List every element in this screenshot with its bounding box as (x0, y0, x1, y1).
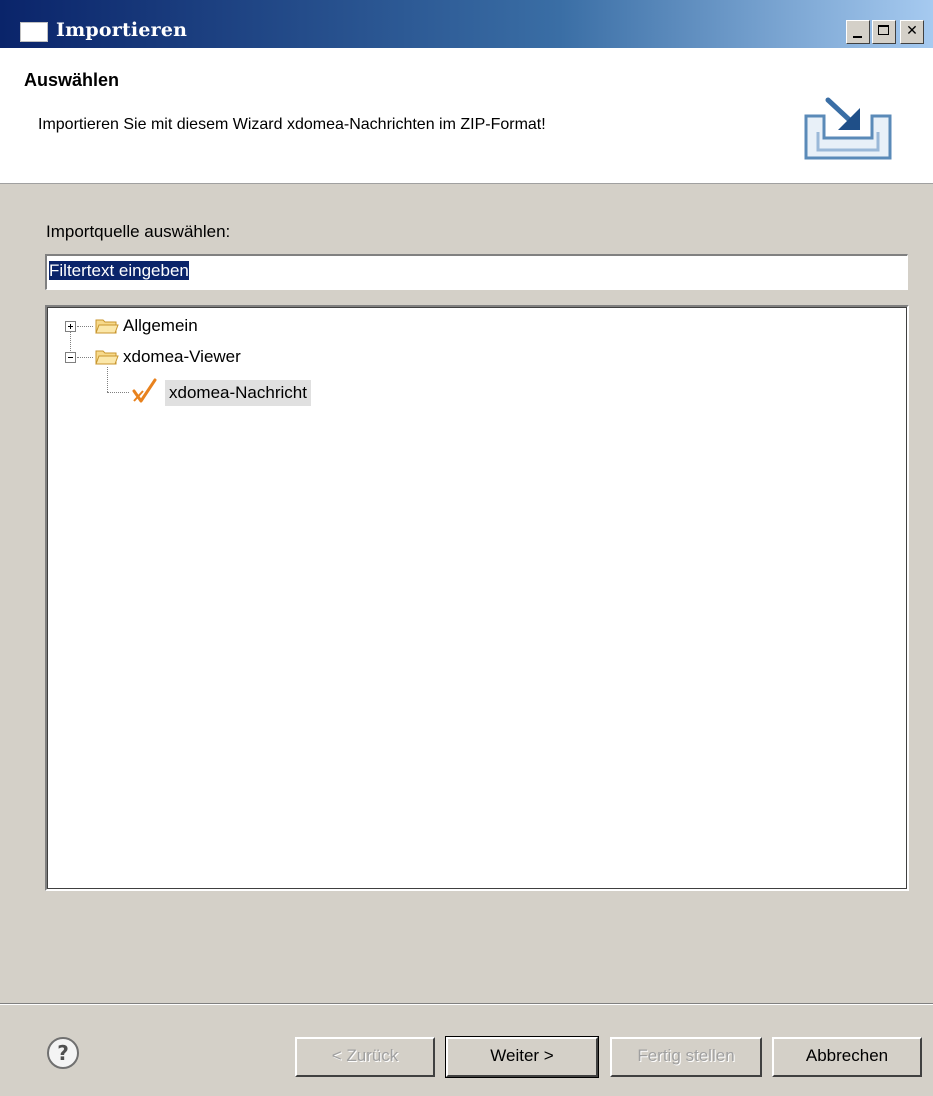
import-wizard-icon (804, 97, 892, 160)
title-bar[interactable]: Importieren ✕ (0, 0, 933, 48)
help-icon[interactable]: ? (46, 1036, 80, 1070)
window-icon (20, 22, 48, 42)
minimize-button[interactable] (846, 20, 870, 44)
collapse-xdomea-viewer-icon[interactable] (65, 352, 76, 363)
import-source-label: Importquelle auswählen: (46, 222, 231, 241)
cancel-button[interactable]: Abbrechen (772, 1037, 922, 1077)
tree-item-xdomea-nachricht[interactable]: xdomea-Nachricht (165, 380, 311, 406)
filter-input[interactable]: Filtertext eingeben (45, 254, 908, 290)
close-button[interactable]: ✕ (900, 20, 924, 44)
maximize-icon (878, 25, 889, 35)
close-icon: ✕ (906, 23, 918, 39)
minimize-icon (853, 36, 862, 38)
tree-item-xdomea-viewer[interactable]: xdomea-Viewer (123, 344, 241, 370)
svg-text:?: ? (57, 1041, 69, 1065)
next-button[interactable]: Weiter > (445, 1036, 599, 1078)
checkmark-icon (132, 378, 157, 403)
expand-allgemein-icon[interactable] (65, 321, 76, 332)
back-button[interactable]: < Zurück (295, 1037, 435, 1077)
folder-icon (95, 319, 119, 334)
tree-item-allgemein[interactable]: Allgemein (123, 313, 198, 339)
footer-separator (0, 1003, 933, 1005)
maximize-button[interactable] (872, 20, 896, 44)
wizard-banner: Auswählen Importieren Sie mit diesem Wiz… (0, 48, 933, 184)
import-dialog: Importieren ✕ Auswählen Importieren Sie … (0, 0, 933, 1096)
page-description: Importieren Sie mit diesem Wizard xdomea… (38, 116, 546, 133)
import-source-tree[interactable]: Allgemein xdomea-Viewer xdomea-Nachricht (45, 305, 909, 891)
folder-icon (95, 350, 119, 365)
filter-text: Filtertext eingeben (49, 261, 189, 280)
window-title: Importieren (56, 19, 188, 41)
page-title: Auswählen (24, 70, 120, 90)
finish-button[interactable]: Fertig stellen (610, 1037, 762, 1077)
